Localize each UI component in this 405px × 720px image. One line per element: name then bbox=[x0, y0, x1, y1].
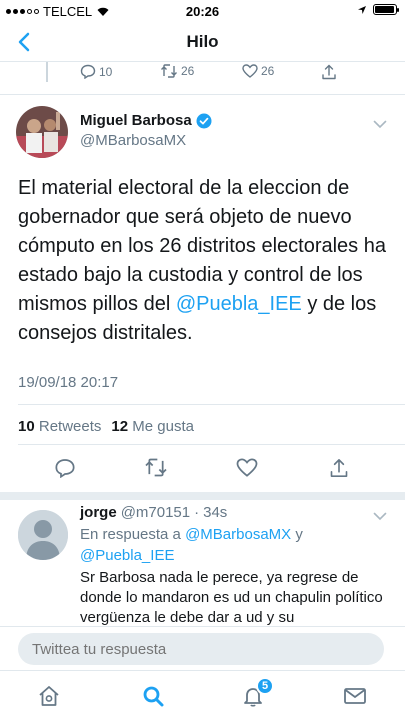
tweet-text: El material electoral de la eleccion de … bbox=[18, 174, 392, 348]
page-title: Hilo bbox=[186, 31, 219, 51]
reply-header: jorge @m70151 · 34s bbox=[80, 504, 227, 521]
retweet-icon bbox=[161, 64, 177, 78]
mail-icon bbox=[344, 688, 366, 704]
reply-compose-input[interactable] bbox=[18, 633, 384, 665]
reply-age: 34s bbox=[203, 504, 228, 521]
section-divider bbox=[0, 492, 405, 500]
tweet-timestamp: 19/09/18 20:17 bbox=[18, 374, 119, 391]
prev-reply-button[interactable]: 10 bbox=[80, 64, 112, 79]
in-reply-mention[interactable]: @MBarbosaMX bbox=[185, 526, 291, 543]
share-icon bbox=[330, 459, 348, 477]
author-name: Miguel Barbosa bbox=[80, 112, 192, 129]
tab-home[interactable] bbox=[36, 683, 62, 709]
reply-dot: · bbox=[194, 504, 200, 521]
avatar-image bbox=[16, 106, 68, 158]
tweet-author[interactable]: Miguel Barbosa @MBarbosaMX bbox=[80, 112, 212, 149]
prev-reply-count: 10 bbox=[99, 64, 113, 79]
tweet-stats: 10 Retweets 12 Me gusta bbox=[18, 418, 194, 435]
heart-icon bbox=[242, 64, 258, 78]
likes-stat[interactable]: 12 Me gusta bbox=[111, 418, 194, 435]
share-button[interactable] bbox=[330, 458, 348, 478]
chevron-left-icon bbox=[18, 32, 30, 52]
home-icon bbox=[39, 686, 59, 706]
retweets-label: Retweets bbox=[38, 418, 102, 435]
chevron-down-icon bbox=[373, 512, 387, 521]
tab-bar: 5 bbox=[0, 670, 405, 720]
heart-icon bbox=[236, 458, 258, 477]
prev-share-button[interactable] bbox=[322, 64, 336, 80]
status-right bbox=[357, 4, 399, 15]
share-icon bbox=[322, 64, 336, 80]
tab-search[interactable] bbox=[140, 683, 166, 709]
chevron-down-icon bbox=[373, 120, 387, 129]
reply-name[interactable]: jorge bbox=[80, 504, 117, 521]
divider bbox=[0, 94, 405, 95]
tweet-options-button[interactable] bbox=[373, 116, 387, 134]
divider bbox=[18, 404, 405, 405]
reply-text: Sr Barbosa nada le perece, ya regrese de… bbox=[80, 569, 383, 626]
signal-icon bbox=[6, 8, 39, 14]
avatar[interactable] bbox=[16, 106, 68, 158]
compose-bar bbox=[0, 626, 405, 670]
battery-fill bbox=[375, 6, 394, 13]
wifi-icon bbox=[97, 7, 109, 16]
likes-label: Me gusta bbox=[132, 418, 194, 435]
status-left: TELCEL bbox=[0, 4, 110, 19]
reply-handle: @m70151 bbox=[120, 504, 191, 521]
nav-bar: Hilo bbox=[0, 22, 405, 62]
status-bar: TELCEL 20:26 bbox=[0, 0, 405, 22]
retweet-button[interactable] bbox=[144, 458, 168, 477]
in-reply-and: y bbox=[291, 526, 303, 543]
prev-retweet-count: 26 bbox=[181, 64, 195, 78]
search-icon bbox=[143, 686, 164, 707]
tab-notifications[interactable]: 5 bbox=[240, 677, 274, 709]
in-reply-mention[interactable]: @Puebla_IEE bbox=[80, 547, 174, 564]
verified-badge-icon bbox=[196, 113, 212, 128]
retweets-stat[interactable]: 10 Retweets bbox=[18, 418, 101, 435]
prev-retweet-button[interactable]: 26 bbox=[160, 64, 194, 78]
in-reply-prefix: En respuesta a bbox=[80, 526, 186, 543]
reply-icon bbox=[80, 64, 96, 79]
divider bbox=[18, 444, 405, 445]
reply-tweet[interactable]: jorge @m70151 · 34s En respuesta a @MBar… bbox=[0, 500, 405, 626]
tweet-actions bbox=[0, 458, 405, 480]
retweet-icon bbox=[145, 458, 167, 477]
prev-like-count: 26 bbox=[261, 64, 275, 78]
back-button[interactable] bbox=[12, 30, 36, 54]
prev-like-button[interactable]: 26 bbox=[242, 64, 274, 78]
default-avatar-icon bbox=[18, 510, 68, 560]
location-arrow-icon bbox=[358, 5, 366, 14]
author-handle: @MBarbosaMX bbox=[80, 132, 187, 149]
like-button[interactable] bbox=[236, 458, 258, 477]
mention-link[interactable]: @Puebla_IEE bbox=[176, 293, 302, 315]
reply-avatar[interactable] bbox=[18, 510, 68, 560]
retweets-count: 10 bbox=[18, 418, 35, 435]
in-reply-to: En respuesta a @MBarbosaMX y @Puebla_IEE bbox=[80, 524, 390, 566]
author-name-row: Miguel Barbosa bbox=[80, 112, 212, 129]
tab-messages[interactable] bbox=[342, 683, 368, 709]
likes-count: 12 bbox=[111, 418, 129, 435]
notifications-badge: 5 bbox=[256, 677, 274, 695]
reply-button[interactable] bbox=[54, 458, 76, 478]
previous-tweet-actions: 10 26 26 bbox=[0, 64, 405, 86]
carrier-label: TELCEL bbox=[43, 3, 93, 19]
battery-icon bbox=[373, 4, 399, 15]
reply-icon bbox=[55, 459, 75, 478]
